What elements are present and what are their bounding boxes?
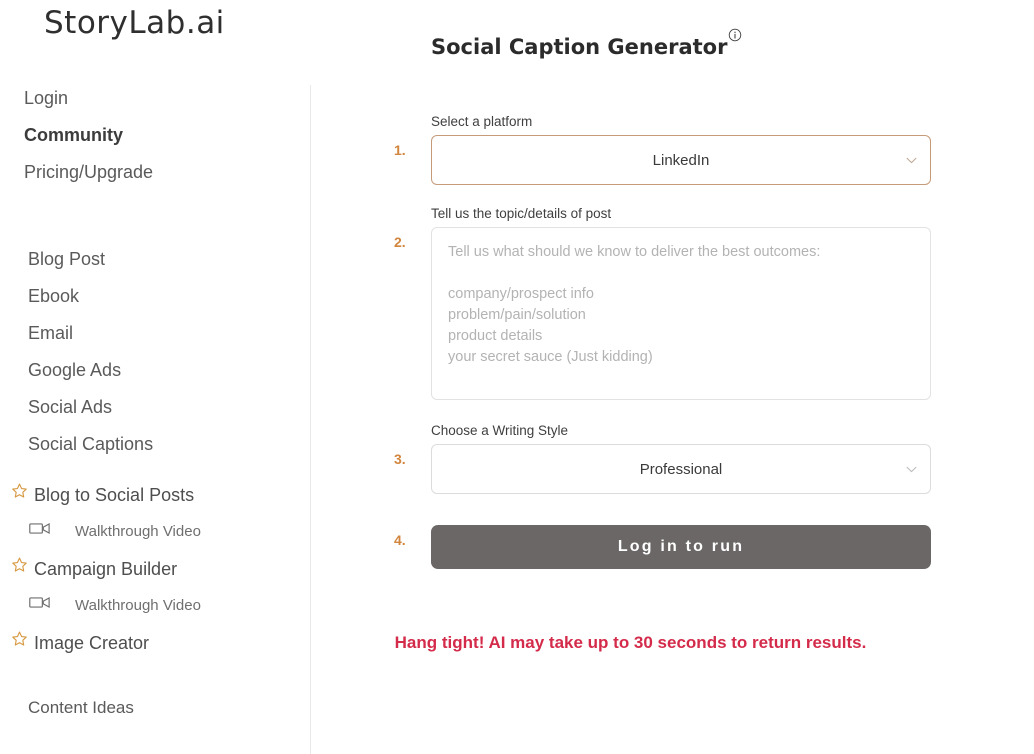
sidebar-item-email[interactable]: Email (0, 315, 311, 352)
topic-textarea-placeholder: Tell us what should we know to deliver t… (448, 244, 821, 365)
sidebar-item-community[interactable]: Community (0, 117, 311, 154)
sidebar-item-pricing-upgrade[interactable]: Pricing/Upgrade (0, 154, 311, 191)
submit-field-block: 4. Log in to run (385, 525, 1034, 569)
sidebar-bottom-nav: Content Ideas (0, 689, 311, 726)
step-number-4: 4. (394, 532, 406, 548)
chevron-down-icon (906, 460, 917, 478)
writing-style-select-value: Professional (639, 460, 723, 478)
sidebar-item-ebook[interactable]: Ebook (0, 278, 311, 315)
platform-field-row: 1. LinkedIn (385, 135, 1034, 185)
star-icon (11, 550, 28, 588)
form-spacer (385, 400, 1034, 422)
topic-field-label: Tell us the topic/details of post (431, 206, 612, 221)
sidebar-walkthrough-video-blog-to-social[interactable]: Walkthrough Video (0, 514, 311, 550)
info-circle-icon[interactable] (728, 28, 742, 47)
sidebar-starred-label: Image Creator (34, 633, 150, 653)
sidebar-account-nav: Login Community Pricing/Upgrade (0, 80, 311, 191)
log-in-to-run-button[interactable]: Log in to run (431, 525, 931, 569)
submit-control: Log in to run (431, 525, 931, 569)
sidebar-starred-label: Blog to Social Posts (34, 485, 195, 505)
platform-field-label: Select a platform (431, 114, 533, 129)
sidebar-item-social-ads[interactable]: Social Ads (0, 389, 311, 426)
page-title: Social Caption Generator (431, 35, 728, 59)
form-spacer (385, 494, 1034, 525)
page-title-row: Social Caption Generator (311, 0, 1034, 60)
style-control: Professional (431, 444, 931, 494)
sidebar-starred-label: Campaign Builder (34, 559, 178, 579)
topic-field-row: 2. Tell us what should we know to delive… (385, 227, 1034, 400)
processing-time-notice: Hang tight! AI may take up to 30 seconds… (394, 633, 867, 652)
step-number-3: 3. (394, 451, 406, 467)
sidebar-item-blog-to-social-posts[interactable]: Blog to Social Posts (0, 476, 311, 514)
style-field-row: 3. Professional (385, 444, 1034, 494)
sidebar-starred-nav: Blog to Social Posts Walkthrough Video C… (0, 476, 311, 662)
video-camera-icon (29, 588, 51, 624)
app-root: StoryLab.ai Login Community Pricing/Upgr… (0, 0, 1034, 754)
style-field-label: Choose a Writing Style (431, 423, 569, 438)
sidebar-tools-nav: Blog Post Ebook Email Google Ads Social … (0, 241, 311, 463)
sidebar-item-login[interactable]: Login (0, 80, 311, 117)
caption-generator-form: Select a platform 1. LinkedIn Tell us th… (311, 113, 1034, 569)
platform-control: LinkedIn (431, 135, 931, 185)
step-number-1: 1. (394, 142, 406, 158)
sidebar-item-google-ads[interactable]: Google Ads (0, 352, 311, 389)
submit-field-row: 4. Log in to run (385, 525, 1034, 569)
writing-style-select[interactable]: Professional (431, 444, 931, 494)
star-icon (11, 624, 28, 662)
sidebar-walkthrough-video-label: Walkthrough Video (75, 523, 201, 540)
video-camera-icon (29, 514, 51, 550)
topic-control: Tell us what should we know to deliver t… (431, 227, 931, 400)
style-field-block: Choose a Writing Style 3. Professional (385, 422, 1034, 494)
topic-textarea[interactable]: Tell us what should we know to deliver t… (431, 227, 931, 400)
chevron-down-icon (906, 151, 917, 169)
brand-logo[interactable]: StoryLab.ai (0, 0, 311, 46)
sidebar-item-social-captions[interactable]: Social Captions (0, 426, 311, 463)
sidebar-item-image-creator[interactable]: Image Creator (0, 624, 311, 662)
sidebar-walkthrough-video-label: Walkthrough Video (75, 597, 201, 614)
main-content: Social Caption Generator Select a platfo… (311, 0, 1034, 754)
topic-field-block: Tell us the topic/details of post 2. Tel… (385, 205, 1034, 400)
step-number-2: 2. (394, 234, 406, 250)
platform-field-block: Select a platform 1. LinkedIn (385, 113, 1034, 185)
platform-select[interactable]: LinkedIn (431, 135, 931, 185)
sidebar-item-blog-post[interactable]: Blog Post (0, 241, 311, 278)
star-icon (11, 476, 28, 514)
sidebar-walkthrough-video-campaign-builder[interactable]: Walkthrough Video (0, 588, 311, 624)
sidebar-item-content-ideas[interactable]: Content Ideas (0, 689, 311, 726)
form-spacer (385, 185, 1034, 205)
platform-select-value: LinkedIn (652, 151, 710, 169)
sidebar-item-campaign-builder[interactable]: Campaign Builder (0, 550, 311, 588)
sidebar: StoryLab.ai Login Community Pricing/Upgr… (0, 0, 311, 754)
